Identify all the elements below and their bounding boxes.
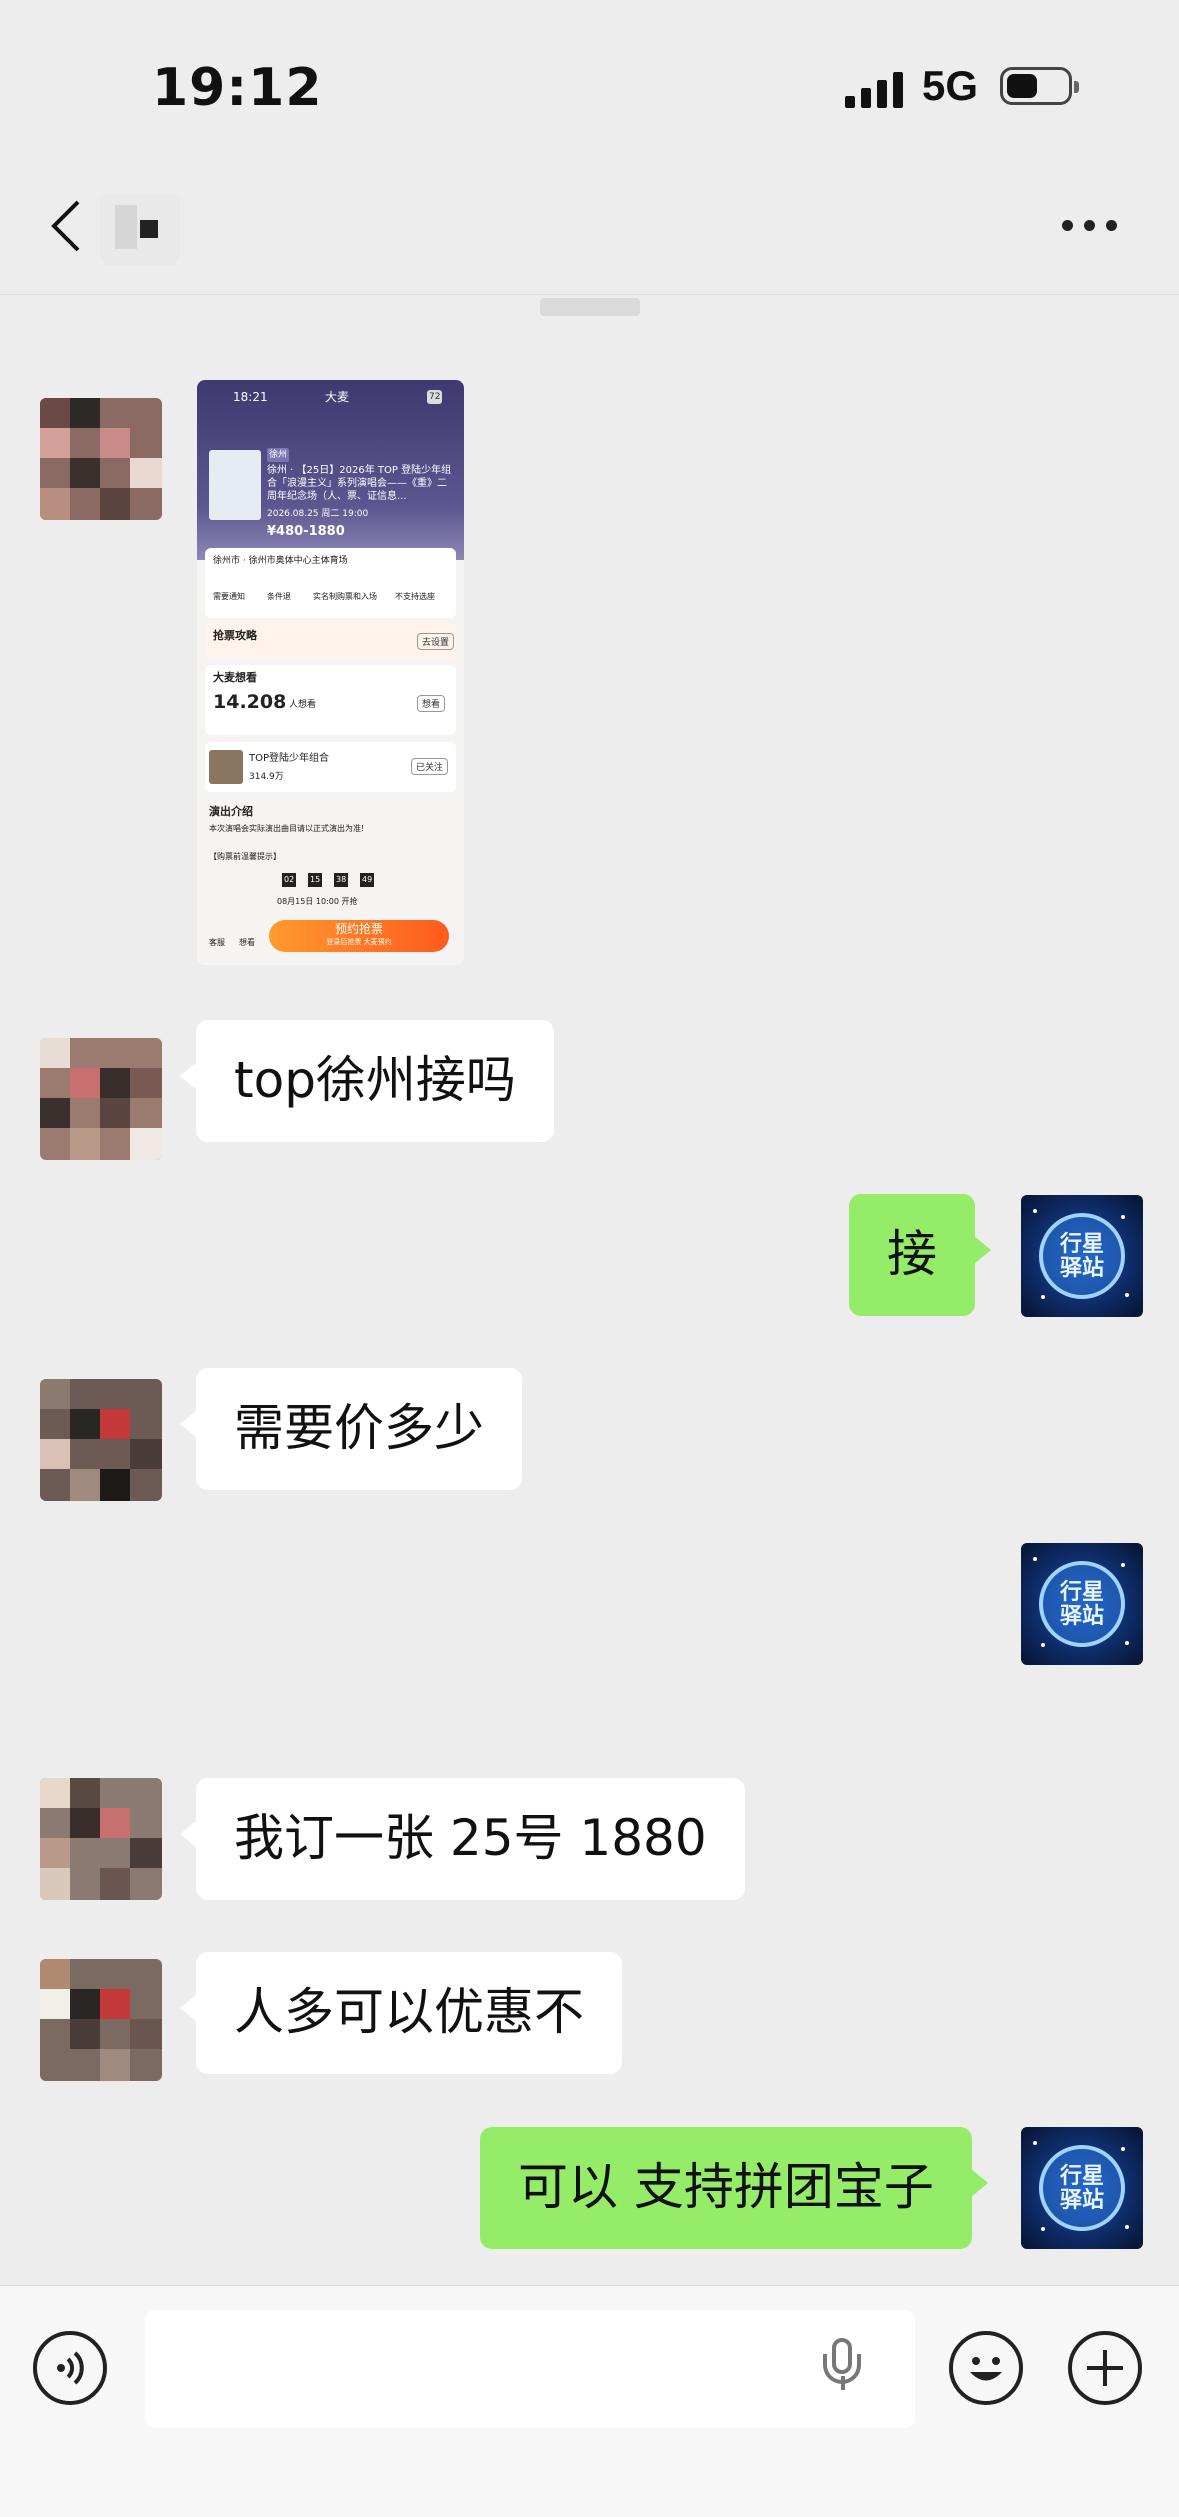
network-type: 5G [922, 62, 979, 109]
thumb-intro-title: 演出介绍 [209, 805, 253, 818]
thumb-strategy: 抢票攻略 [213, 629, 257, 642]
back-arrow-icon[interactable] [48, 198, 84, 254]
contact-avatar[interactable] [40, 1038, 162, 1160]
thumb-price: ¥480-1880 [267, 524, 345, 539]
contact-avatar[interactable] [40, 398, 162, 520]
thumb-brand: 大麦 [325, 390, 350, 404]
outgoing-message[interactable]: 可以 支持拼团宝子 [480, 2127, 988, 2249]
message-input[interactable] [145, 2310, 915, 2428]
thumb-want-button: 想看 [417, 695, 446, 712]
thumb-feature-3: 实名制购票和入场 [313, 592, 377, 601]
thumb-footer-left: 客服 [209, 938, 225, 947]
plus-icon[interactable] [1068, 2331, 1142, 2405]
incoming-message[interactable]: 需要价多少 [180, 1368, 522, 1490]
thumb-want-unit: 人想看 [289, 700, 317, 710]
voice-mode-icon[interactable] [33, 2331, 107, 2405]
microphone-icon-stem [841, 2376, 845, 2390]
thumb-sale-time: 08月15日 10:00 开抢 [277, 897, 358, 906]
my-avatar-badge: 行星 驿站 [1059, 1232, 1104, 1281]
thumb-poster [209, 450, 261, 520]
thumb-countdown: 02 15 38 49 [282, 872, 392, 888]
thumb-title: 徐州 · 【25日】2026年 TOP 登陆少年组合「浪漫主义」系列演唱会——《… [267, 465, 452, 502]
status-time: 19:12 [152, 58, 323, 118]
thumb-intro-text: 本次演唱会实际演出曲目请以正式演出为准! [209, 824, 365, 833]
thumb-buy-button: 预约抢票 登录后抢票 大麦预约 [269, 920, 449, 952]
outgoing-message[interactable]: 接 [849, 1194, 991, 1316]
outgoing-message-blurred[interactable] [688, 1545, 986, 1728]
contact-avatar[interactable] [40, 1379, 162, 1501]
my-avatar-badge: 行星 驿站 [1059, 2164, 1104, 2213]
thumb-date: 2026.08.25 周二 19:00 [267, 509, 369, 519]
incoming-message[interactable]: 人多可以优惠不 [180, 1952, 622, 2074]
shared-screenshot-image[interactable]: 18:21 大麦 72 徐州 徐州 · 【25日】2026年 TOP 登陆少年组… [197, 380, 464, 965]
thumb-feature-1: 需要通知 [213, 592, 245, 601]
battery-icon [1000, 67, 1079, 105]
unread-count-blurred [100, 195, 180, 265]
my-avatar[interactable]: 行星 驿站 [1021, 1195, 1143, 1317]
more-dots-icon[interactable] [1062, 210, 1128, 240]
thumb-feature-4: 不支持选座 [395, 592, 435, 601]
thumb-notice: 【购票前温馨提示】 [209, 852, 281, 861]
thumb-artist: TOP登陆少年组合 [249, 753, 330, 764]
thumb-artist-photo [209, 750, 243, 784]
my-avatar[interactable]: 行星 驿站 [1021, 2127, 1143, 2249]
emoji-icon[interactable] [949, 2331, 1023, 2405]
thumb-want-count: 14.208 [213, 691, 287, 713]
incoming-message[interactable]: top徐州接吗 [180, 1020, 554, 1142]
contact-avatar[interactable] [40, 1959, 162, 2081]
thumb-tag: 徐州 [267, 448, 290, 462]
timestamp-blurred [540, 298, 640, 316]
chat-title-blurred [440, 212, 760, 260]
signal-icon [845, 70, 905, 108]
incoming-message[interactable]: 我订一张 25号 1880 [180, 1778, 745, 1900]
contact-avatar[interactable] [40, 1778, 162, 1900]
thumb-want-title: 大麦想看 [213, 671, 257, 684]
thumb-time: 18:21 [233, 390, 268, 404]
thumb-artist-fans: 314.9万 [249, 772, 284, 782]
thumb-artist-button: 已关注 [411, 758, 449, 775]
thumb-battery: 72 [427, 390, 443, 404]
thumb-venue: 徐州市 · 徐州市奥体中心主体育场 [213, 556, 348, 566]
thumb-footer-mid: 想看 [239, 938, 255, 947]
my-avatar-badge: 行星 驿站 [1059, 1580, 1104, 1629]
thumb-feature-2: 条件退 [267, 592, 291, 601]
header-divider [0, 294, 1179, 295]
thumb-strategy-button: 去设置 [417, 633, 455, 650]
my-avatar[interactable]: 行星 驿站 [1021, 1543, 1143, 1665]
